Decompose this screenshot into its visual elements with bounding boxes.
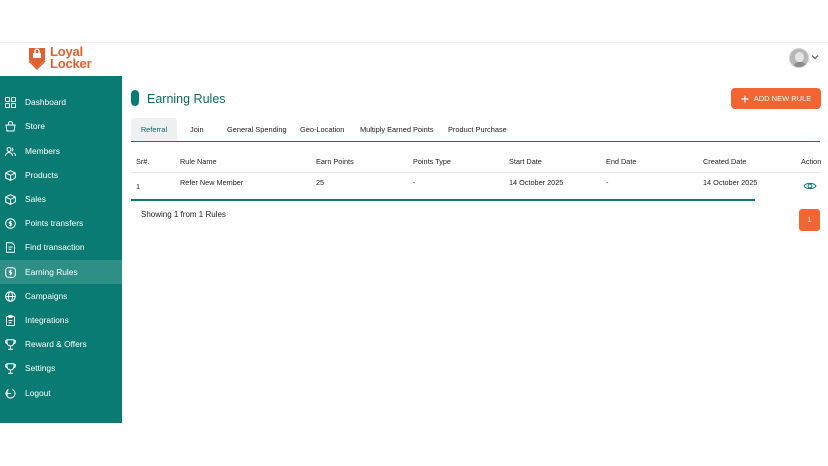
title-accent [131, 90, 139, 106]
sidebar-item-label: Campaigns [25, 291, 68, 301]
horizontal-scrollbar[interactable] [131, 199, 755, 201]
trophy-icon [5, 362, 16, 374]
members-icon [5, 146, 16, 156]
brand-line-2: Locker [50, 56, 92, 71]
cell-end-date: - [606, 178, 609, 187]
globe-icon [5, 290, 16, 302]
chevron-down-icon[interactable] [811, 53, 819, 61]
sidebar-item-label: Settings [25, 363, 56, 373]
sidebar-item-products[interactable]: Products [0, 163, 122, 187]
add-new-rule-button[interactable]: ADD NEW RULE [731, 88, 821, 109]
screen: Loyal Locker Dashboard Store Members Pro… [0, 0, 828, 466]
add-new-rule-label: ADD NEW RULE [753, 94, 812, 103]
tab-geo-location[interactable]: Geo-Location [300, 118, 344, 141]
tab-multiply-earned-points[interactable]: Multiply Earned Points [360, 118, 434, 141]
cell-serial: 1 [136, 182, 141, 191]
sidebar-item-reward-offers[interactable]: Reward & Offers [0, 332, 122, 356]
tab-product-purchase[interactable]: Product Purchase [448, 118, 507, 141]
dashboard-icon [5, 96, 16, 108]
column-header: Sr#. [136, 157, 150, 166]
column-header: Rule Name [180, 157, 217, 166]
sidebar-item-members[interactable]: Members [0, 139, 122, 163]
sidebar-item-label: Dashboard [25, 97, 66, 107]
brand-logo[interactable]: Loyal Locker [27, 45, 92, 71]
sales-icon [5, 193, 16, 205]
sidebar-item-earning-rules[interactable]: Earning Rules [0, 260, 122, 284]
document-icon [6, 241, 15, 253]
sidebar-item-label: Earning Rules [25, 267, 78, 277]
cell-created-date: 14 October 2025 [703, 178, 758, 187]
sidebar-item-logout[interactable]: Logout [0, 381, 122, 405]
logo-shield-icon [28, 48, 46, 70]
sidebar-item-settings[interactable]: Settings [0, 356, 122, 380]
reward-icon [5, 338, 16, 350]
plus-icon [741, 95, 749, 102]
cell-start-date: 14 October 2025 [509, 178, 564, 187]
cell-points-type: - [413, 178, 416, 187]
earning-icon [5, 266, 16, 278]
sidebar-item-label: Reward & Offers [25, 339, 87, 349]
points-icon [5, 217, 16, 229]
cell-rule-name: Refer New Member [180, 178, 244, 187]
sidebar-item-points-transfers[interactable]: Points transfers [0, 211, 122, 235]
column-header: Earn Points [316, 157, 354, 166]
column-header: Start Date [509, 157, 542, 166]
clipboard-icon [6, 314, 15, 326]
sidebar-item-label: Logout [25, 388, 51, 398]
tab-general-spending[interactable]: General Spending [227, 118, 287, 141]
brand-name: Loyal Locker [50, 45, 92, 71]
column-header: Points Type [413, 157, 451, 166]
showing-count: Showing 1 from 1 Rules [141, 210, 226, 219]
sidebar-item-label: Find transaction [25, 242, 85, 252]
sidebar-item-store[interactable]: Store [0, 114, 122, 138]
logout-icon [5, 388, 16, 399]
table-header: Sr#. Rule Name Earn Points Points Type S… [131, 150, 822, 173]
sidebar-item-label: Store [25, 121, 46, 131]
store-icon [5, 120, 16, 131]
sidebar-item-label: Members [25, 146, 60, 156]
sidebar-item-find-transaction[interactable]: Find transaction [0, 235, 122, 259]
sidebar-item-campaigns[interactable]: Campaigns [0, 284, 122, 308]
column-header: Action [801, 157, 822, 166]
sidebar-item-label: Products [25, 170, 59, 180]
cell-earn-points: 25 [316, 178, 325, 187]
sidebar-item-integrations[interactable]: Integrations [0, 308, 122, 332]
page-title: Earning Rules [147, 92, 226, 106]
table-row: 1 Refer New Member 25 - 14 October 2025 … [131, 174, 820, 198]
tab-join[interactable]: Join [190, 118, 204, 141]
sidebar-item-label: Points transfers [25, 218, 84, 228]
sidebar-item-dashboard[interactable]: Dashboard [0, 90, 122, 114]
tab-referral[interactable]: Referral [131, 118, 177, 141]
column-header: End Date [606, 157, 637, 166]
sidebar-item-sales[interactable]: Sales [0, 187, 122, 211]
box-icon [5, 169, 16, 181]
top-bar [0, 42, 828, 76]
sidebar-item-label: Sales [25, 194, 46, 204]
sidebar: Dashboard Store Members Products Sales P… [0, 76, 122, 423]
pagination-page-1[interactable]: 1 [799, 209, 820, 231]
avatar[interactable] [789, 48, 809, 68]
rule-tabs: Referral Join General Spending Geo-Locat… [131, 118, 820, 142]
column-header: Created Date [703, 157, 747, 166]
sidebar-item-label: Integrations [25, 315, 69, 325]
view-eye-icon[interactable] [803, 180, 817, 192]
